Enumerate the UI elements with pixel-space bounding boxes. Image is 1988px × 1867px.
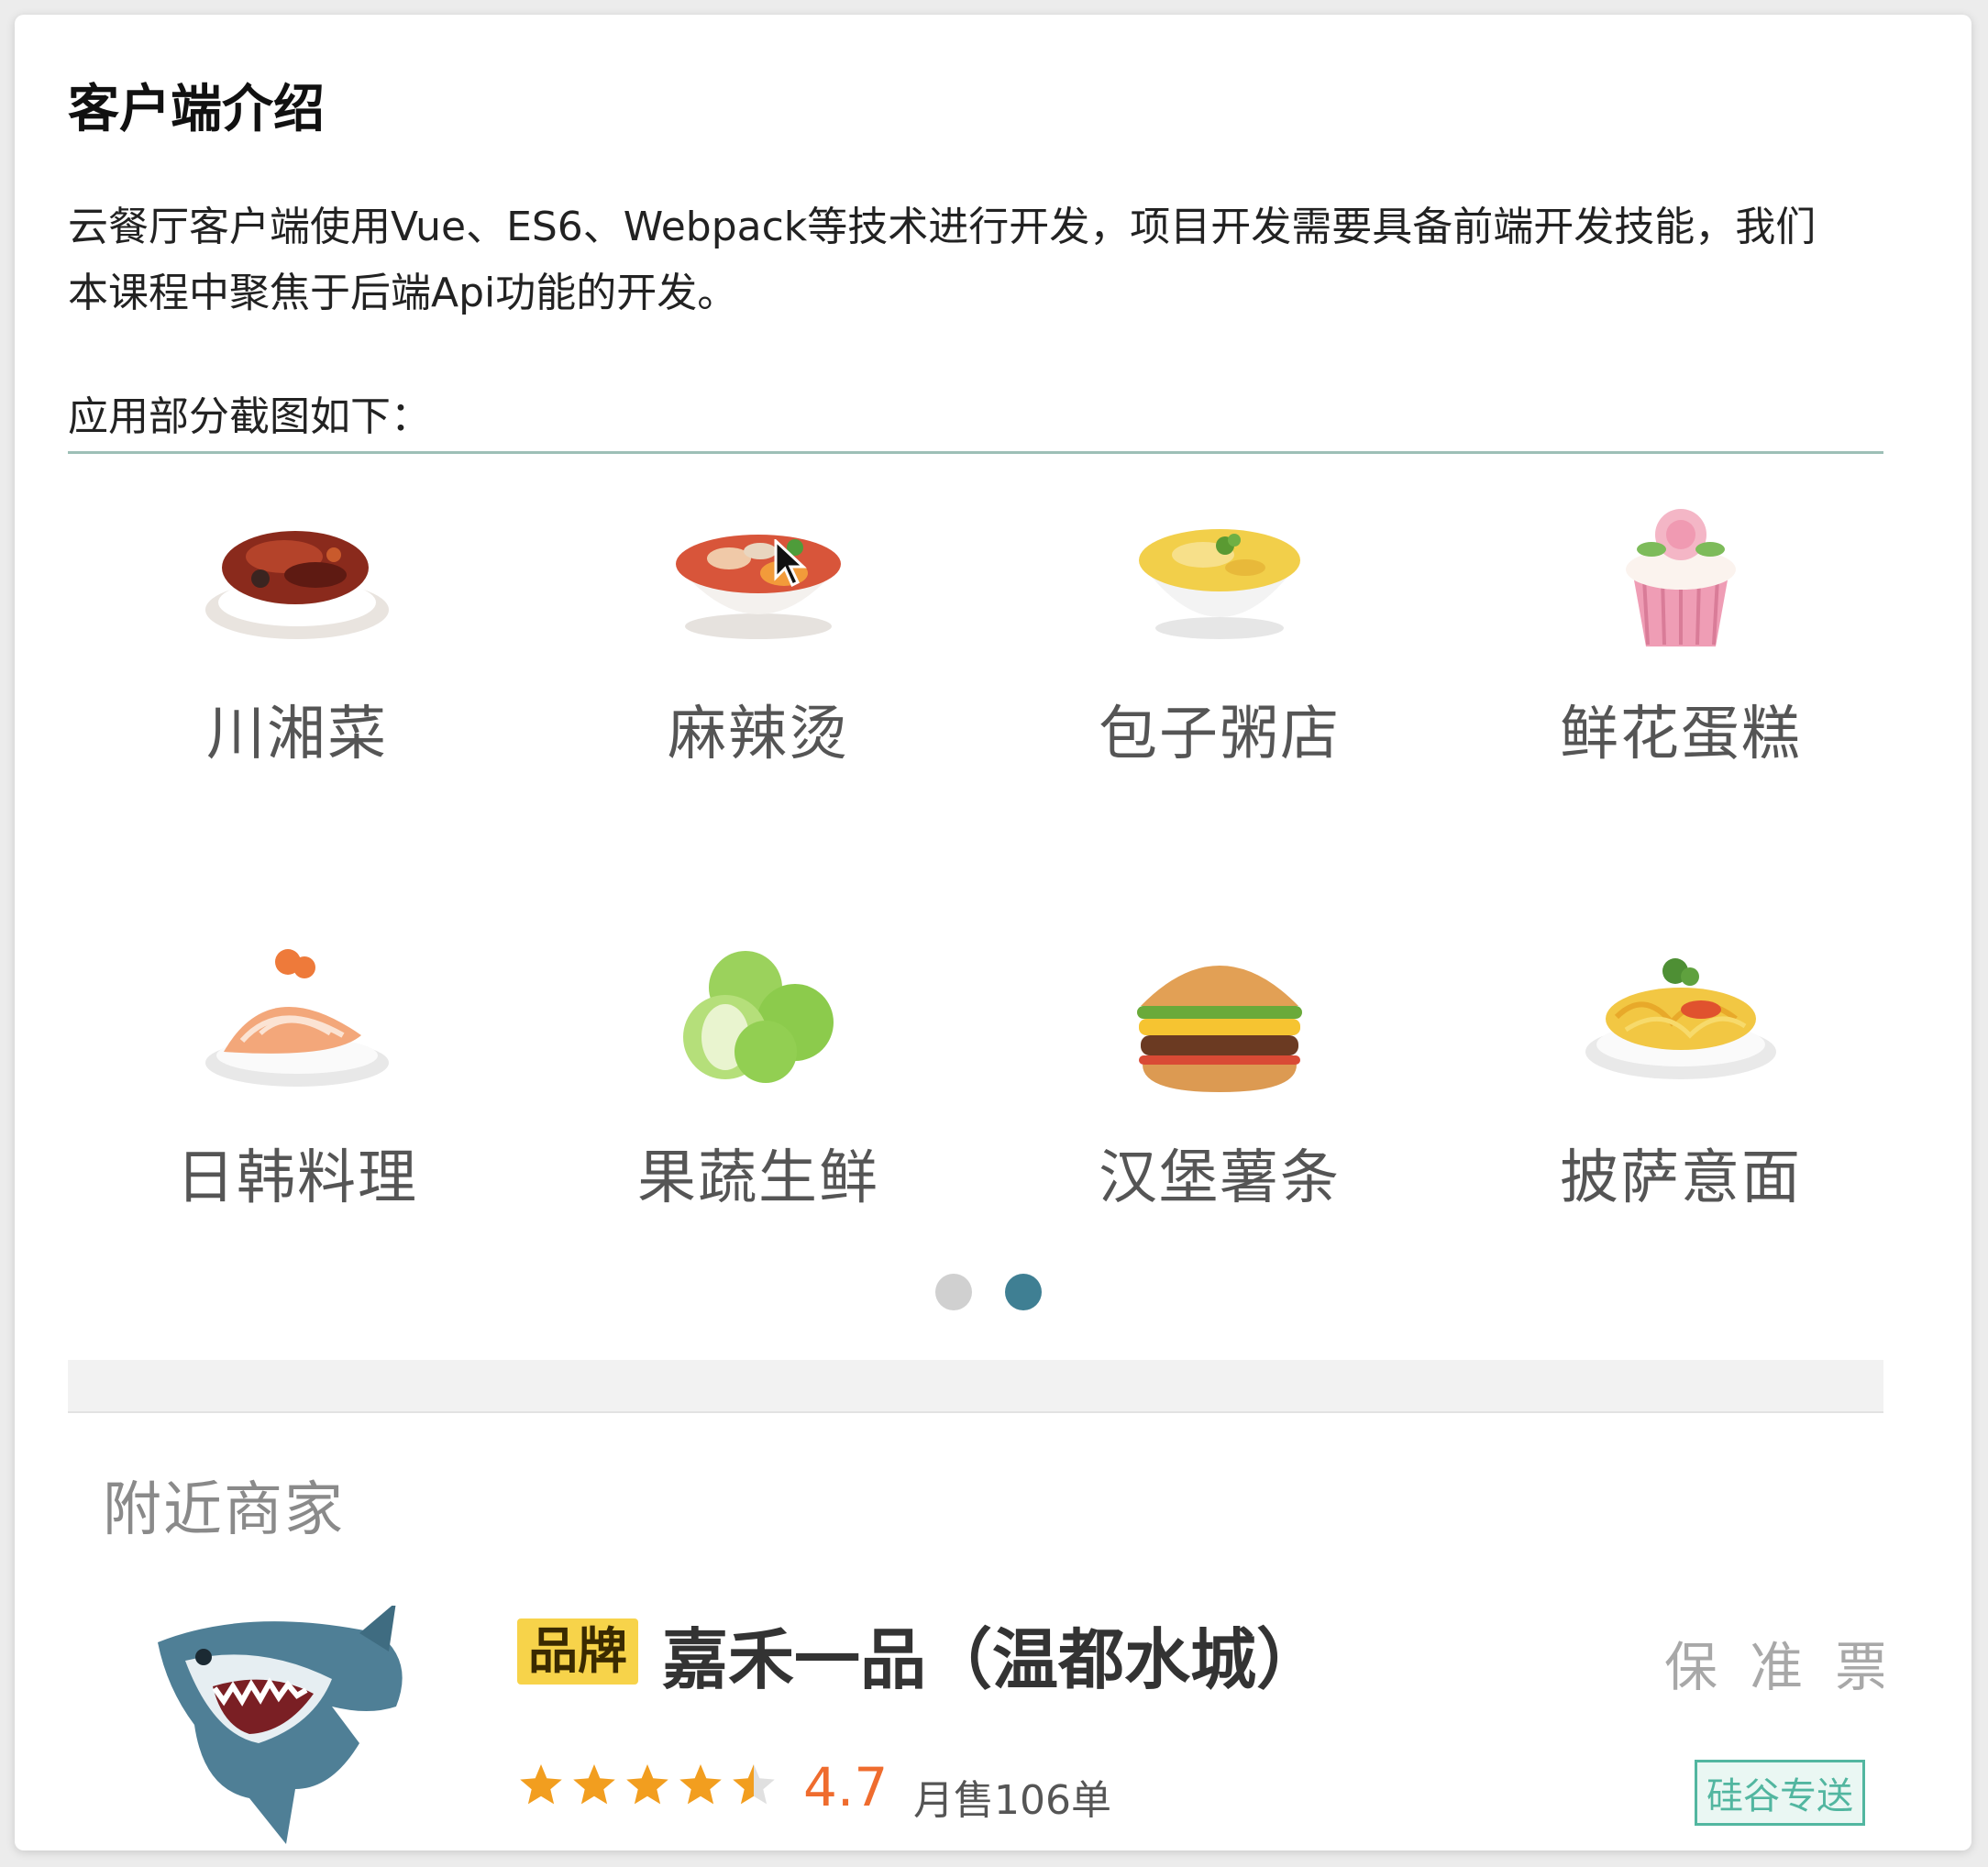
carousel-dot-1[interactable] [935, 1274, 972, 1310]
rating-score: 4.7 [803, 1756, 889, 1818]
spicy-dish-icon [205, 531, 389, 639]
star-icon [573, 1764, 615, 1805]
screenshots-label: 应用部分截图如下： [68, 393, 431, 440]
category-label: 麻辣烫 [668, 701, 849, 768]
star-icon [679, 1764, 722, 1805]
category-grid: 川湘菜 麻辣烫 包子粥店 鲜花蛋糕 日韩料理 果蔬生鲜 汉堡薯条 披萨意面 [68, 454, 1883, 1298]
sushi-icon [205, 949, 389, 1087]
pasta-icon [1585, 958, 1776, 1079]
shop-badges: 保 准 票 [1638, 1624, 1883, 1701]
app-screenshot: 川湘菜 麻辣烫 包子粥店 鲜花蛋糕 日韩料理 果蔬生鲜 汉堡薯条 披萨意面 附近… [68, 451, 1883, 1850]
category-item-spicy[interactable]: 川湘菜 [123, 454, 471, 848]
document-card: 客户端介绍 云餐厅客户端使用Vue、ES6、Webpack等技术进行开发，项目开… [15, 15, 1971, 1850]
shark-logo-icon[interactable] [149, 1606, 424, 1848]
category-label: 包子粥店 [1099, 701, 1341, 768]
intro-line-1: 云餐厅客户端使用Vue、ES6、Webpack等技术进行开发，项目开发需要具备前… [68, 204, 1817, 250]
flower-cake-icon [1626, 509, 1736, 646]
star-icon [520, 1764, 562, 1805]
malatang-bowl-icon [676, 535, 841, 639]
category-label: 汉堡薯条 [1099, 1144, 1341, 1212]
burger-icon [1137, 966, 1302, 1092]
badge-on-time: 准 [1750, 1636, 1804, 1698]
shop-name[interactable]: 嘉禾一品（温都水城） [662, 1606, 1322, 1702]
badge-invoice: 票 [1835, 1636, 1883, 1698]
delivery-tag: 硅谷专送 [1695, 1760, 1865, 1826]
porridge-bowl-icon [1139, 529, 1300, 639]
category-item-burger[interactable]: 汉堡薯条 [1045, 898, 1394, 1292]
category-item-pasta[interactable]: 披萨意面 [1507, 898, 1855, 1292]
category-item-malatang[interactable]: 麻辣烫 [584, 454, 933, 848]
monthly-sales: 月售106单 [913, 1777, 1111, 1824]
category-label: 鲜花蛋糕 [1560, 701, 1802, 768]
category-item-cake[interactable]: 鲜花蛋糕 [1507, 454, 1855, 848]
rating-stars [520, 1764, 775, 1805]
intro-line-2: 本课程中聚焦于后端Api功能的开发。 [68, 270, 738, 316]
nearby-shops-title: 附近商家 [103, 1476, 345, 1544]
carousel-dot-2[interactable] [1005, 1274, 1042, 1310]
apple-icon [683, 951, 834, 1083]
star-icon [733, 1764, 775, 1805]
category-item-japanese[interactable]: 日韩料理 [123, 898, 471, 1292]
category-label: 披萨意面 [1560, 1144, 1802, 1212]
category-label: 果蔬生鲜 [637, 1144, 879, 1212]
intro-paragraph: 云餐厅客户端使用Vue、ES6、Webpack等技术进行开发，项目开发需要具备前… [68, 194, 1971, 326]
badge-guarantee: 保 [1663, 1636, 1717, 1698]
mouse-cursor-icon [774, 539, 807, 588]
category-label: 日韩料理 [176, 1144, 418, 1212]
star-icon [626, 1764, 668, 1805]
category-item-fruit[interactable]: 果蔬生鲜 [584, 898, 933, 1292]
section-title: 客户端介绍 [68, 80, 325, 139]
section-divider [68, 1360, 1883, 1413]
category-label: 川湘菜 [206, 701, 388, 768]
brand-tag: 品牌 [517, 1618, 638, 1685]
category-item-porridge[interactable]: 包子粥店 [1045, 454, 1394, 848]
